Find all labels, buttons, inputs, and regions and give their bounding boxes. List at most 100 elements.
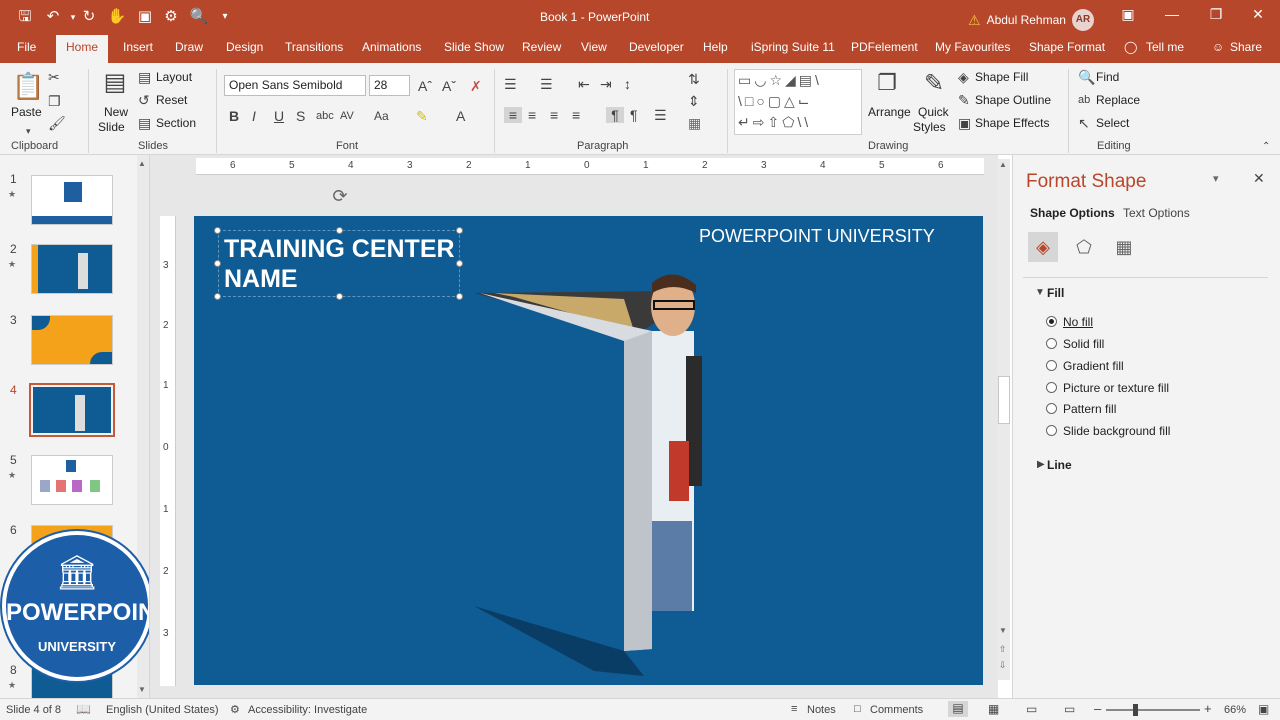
tab-transitions[interactable]: Transitions	[285, 40, 343, 54]
next-slide-icon[interactable]: ⇩	[999, 660, 1007, 671]
find-button[interactable]: Find	[1096, 70, 1119, 84]
tab-slide-show[interactable]: Slide Show	[444, 40, 504, 54]
text-direction-rtl-icon[interactable]: ¶	[630, 107, 638, 123]
replace-button[interactable]: Replace	[1096, 93, 1140, 107]
align-right-icon[interactable]: ≡	[550, 107, 558, 123]
bullets-icon[interactable]: ☰	[504, 76, 517, 92]
reset-button[interactable]: Reset	[156, 93, 187, 107]
zoom-level[interactable]: 66%	[1224, 704, 1246, 716]
bold-icon[interactable]: B	[229, 108, 239, 124]
normal-view-icon[interactable]: ▤	[948, 701, 968, 717]
font-size-input[interactable]: 28	[369, 75, 410, 96]
tab-shape-format[interactable]: Shape Format	[1029, 40, 1105, 54]
text-box-selection[interactable]	[218, 230, 460, 297]
tab-text-options[interactable]: Text Options	[1123, 206, 1190, 220]
panel-close-icon[interactable]: ✕	[1253, 170, 1265, 187]
collapse-ribbon-icon[interactable]: ⌃	[1262, 139, 1270, 155]
text-direction-ltr-icon[interactable]: ¶	[606, 107, 624, 123]
tab-review[interactable]: Review	[522, 40, 561, 54]
fit-to-window-icon[interactable]: ▣	[1258, 702, 1269, 716]
shape-outline-button[interactable]: Shape Outline	[975, 93, 1051, 107]
close-icon[interactable]: ✕	[1246, 6, 1270, 26]
tab-help[interactable]: Help	[703, 40, 728, 54]
font-name-input[interactable]: Open Sans Semibold	[224, 75, 366, 96]
gradient-fill-radio[interactable]	[1046, 360, 1057, 371]
increase-indent-icon[interactable]: ⇥	[600, 76, 612, 92]
section-button[interactable]: Section	[156, 116, 196, 130]
smartart-icon[interactable]: ▦	[688, 115, 701, 131]
slide-background-fill-radio[interactable]	[1046, 425, 1057, 436]
picture-texture-fill-label[interactable]: Picture or texture fill	[1063, 381, 1169, 395]
underline-icon[interactable]: U	[274, 108, 284, 124]
comments-button[interactable]: Comments	[870, 704, 923, 716]
user-account[interactable]: ⚠ Abdul Rehman AR	[968, 9, 1094, 31]
zoom-in-icon[interactable]: +	[1204, 701, 1212, 716]
notes-button[interactable]: Notes	[807, 704, 836, 716]
tab-draw[interactable]: Draw	[175, 40, 203, 54]
italic-icon[interactable]: I	[252, 108, 256, 124]
scroll-down-icon[interactable]: ▼	[999, 626, 1007, 635]
gradient-fill-label[interactable]: Gradient fill	[1063, 359, 1124, 373]
columns-icon[interactable]: ☰	[654, 107, 667, 123]
tab-animations[interactable]: Animations	[362, 40, 421, 54]
slide-thumbnail-4[interactable]	[29, 383, 115, 437]
line-section-header[interactable]: Line	[1047, 458, 1072, 472]
preview-icon[interactable]: 🔍	[188, 7, 210, 27]
resize-handle[interactable]	[214, 260, 221, 267]
numbering-icon[interactable]: ☰	[540, 76, 553, 92]
share-button[interactable]: Share	[1230, 40, 1262, 54]
minimize-icon[interactable]: —	[1160, 6, 1184, 26]
arrange-icon[interactable]: ❐	[874, 69, 900, 97]
align-center-icon[interactable]: ≡	[528, 107, 536, 123]
new-slide-label-2[interactable]: Slide	[98, 120, 125, 134]
tell-me[interactable]: Tell me	[1146, 40, 1184, 54]
slide-counter[interactable]: Slide 4 of 8	[6, 704, 61, 716]
decrease-font-icon[interactable]: Aˇ	[442, 78, 456, 94]
arrange-button[interactable]: Arrange	[868, 105, 911, 119]
change-case-icon[interactable]: Aa	[374, 108, 389, 124]
scroll-up-icon[interactable]: ▲	[138, 159, 146, 168]
slide-thumbnail-1[interactable]	[31, 175, 113, 225]
panel-options-icon[interactable]: ▾	[1213, 172, 1219, 185]
pattern-fill-label[interactable]: Pattern fill	[1063, 402, 1116, 416]
no-fill-label[interactable]: No fill	[1063, 315, 1093, 329]
shape-effects-button[interactable]: Shape Effects	[975, 116, 1050, 130]
effects-icon[interactable]: ⬠	[1069, 232, 1099, 262]
previous-slide-icon[interactable]: ⇧	[999, 644, 1007, 655]
resize-handle[interactable]	[214, 293, 221, 300]
tab-ispring[interactable]: iSpring Suite 11	[751, 40, 835, 54]
new-slide-icon[interactable]: ▤	[102, 69, 128, 97]
resize-handle[interactable]	[336, 227, 343, 234]
zoom-slider[interactable]	[1106, 709, 1200, 711]
pattern-fill-radio[interactable]	[1046, 403, 1057, 414]
maximize-icon[interactable]: ❐	[1204, 6, 1228, 26]
slide-sorter-icon[interactable]: ▦	[988, 702, 999, 716]
picture-texture-fill-radio[interactable]	[1046, 382, 1057, 393]
tab-file[interactable]: File	[17, 40, 36, 54]
solid-fill-label[interactable]: Solid fill	[1063, 337, 1104, 351]
clear-formatting-icon[interactable]: ✗	[470, 78, 482, 94]
shapes-gallery[interactable]: ▭◡☆◢▤\ \□○▢△⌙ ↵⇨⇧⬠\\	[734, 69, 862, 135]
vertical-scrollbar[interactable]: ▲ ▼ ⇧ ⇩	[998, 160, 1010, 680]
align-text-icon[interactable]: ⇕	[688, 93, 700, 109]
zoom-slider-thumb[interactable]	[1133, 704, 1138, 716]
tab-view[interactable]: View	[581, 40, 607, 54]
resize-handle[interactable]	[336, 293, 343, 300]
resize-handle[interactable]	[456, 260, 463, 267]
quick-styles-label-1[interactable]: Quick	[918, 105, 949, 119]
touch-mode-icon[interactable]: ✋	[106, 7, 128, 27]
spelling-icon[interactable]: 📖	[76, 702, 91, 716]
slide-show-icon[interactable]: ▭	[1064, 702, 1075, 716]
format-painter-icon[interactable]: 🖌	[48, 115, 66, 131]
customize-icon[interactable]: ▾	[214, 7, 236, 27]
text-direction-icon[interactable]: ⇅	[688, 71, 700, 87]
new-slide-label-1[interactable]: New	[104, 105, 128, 119]
resize-handle[interactable]	[214, 227, 221, 234]
resize-handle[interactable]	[456, 293, 463, 300]
align-left-icon[interactable]: ≡	[504, 107, 522, 123]
copy-icon[interactable]: ❐	[48, 93, 61, 109]
scroll-up-icon[interactable]: ▲	[999, 160, 1007, 169]
slide-thumbnail-3[interactable]	[31, 315, 113, 365]
chevron-down-icon[interactable]: ▼	[1035, 287, 1045, 298]
fill-line-icon[interactable]: ◈	[1028, 232, 1058, 262]
